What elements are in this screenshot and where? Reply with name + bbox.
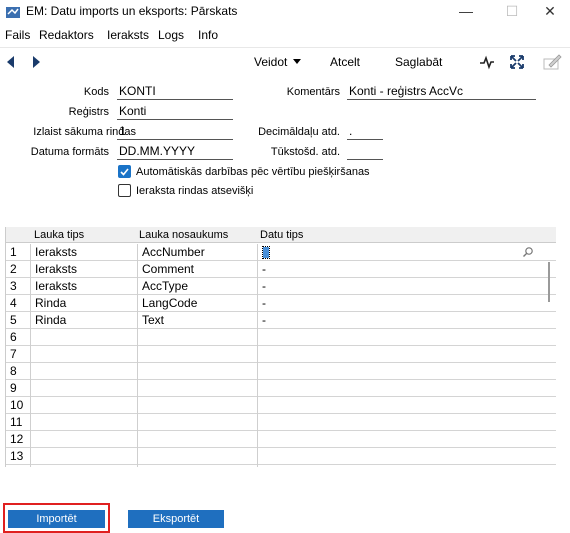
data-type-cell[interactable]: - [262, 296, 266, 310]
row-number: 6 [10, 330, 17, 344]
close-button[interactable]: ✕ [528, 0, 570, 24]
row-number: 9 [10, 381, 17, 395]
decimals-label: Decimāldaļu atd. [258, 126, 340, 138]
row-number: 5 [10, 313, 17, 327]
menu-info[interactable]: Info [198, 28, 218, 42]
komentars-field[interactable]: Konti - reģistrs AccVc [347, 84, 536, 100]
separate-rows-checkbox[interactable] [118, 184, 131, 197]
vertical-scrollbar[interactable] [542, 244, 556, 467]
field-name-cell[interactable]: AccType [142, 279, 188, 293]
table-row[interactable]: 5 Rinda Text - [6, 312, 556, 329]
app-icon [5, 4, 21, 20]
scrollbar-thumb[interactable] [548, 262, 550, 302]
column-divider [137, 244, 138, 467]
import-button[interactable]: Importēt [8, 510, 105, 528]
table-row[interactable]: 10 [6, 397, 556, 414]
grid-header: Lauka tips Lauka nosaukums Datu tips [6, 227, 556, 243]
field-name-cell[interactable]: LangCode [142, 296, 197, 310]
menu-redaktors[interactable]: Redaktors [39, 28, 94, 42]
table-row[interactable]: 11 [6, 414, 556, 431]
table-row[interactable]: 8 [6, 363, 556, 380]
forward-arrow-icon[interactable] [33, 56, 40, 68]
export-button[interactable]: Eksportēt [128, 510, 224, 528]
create-button-label: Veidot [254, 55, 288, 69]
registrs-field[interactable]: Konti [117, 104, 233, 120]
menu-ieraksts[interactable]: Ieraksts [107, 28, 149, 42]
auto-actions-checkbox[interactable] [118, 165, 131, 178]
column-header-data-type[interactable]: Datu tips [260, 229, 303, 241]
menu-logs[interactable]: Logs [158, 28, 184, 42]
row-number: 1 [10, 245, 17, 259]
minimize-button[interactable]: — [444, 0, 488, 24]
row-number: 3 [10, 279, 17, 293]
table-row[interactable]: 7 [6, 346, 556, 363]
table-row[interactable]: 4 Rinda LangCode - [6, 295, 556, 312]
column-divider [30, 244, 31, 467]
field-name-cell[interactable]: AccNumber [142, 245, 205, 259]
row-number: 11 [10, 415, 23, 429]
data-type-cell[interactable]: - [262, 313, 266, 327]
field-type-cell[interactable]: Rinda [35, 313, 66, 327]
data-type-cell[interactable]: - [262, 279, 266, 293]
table-row[interactable]: 1 Ieraksts AccNumber [6, 244, 556, 261]
expand-icon[interactable] [508, 53, 526, 71]
date-format-label: Datuma formāts [30, 146, 109, 158]
field-name-cell[interactable]: Comment [142, 262, 194, 276]
komentars-label: Komentārs [286, 86, 340, 98]
table-row[interactable]: 12 [6, 431, 556, 448]
data-type-cell[interactable]: - [262, 262, 266, 276]
back-arrow-icon[interactable] [7, 56, 14, 68]
save-button[interactable]: Saglabāt [395, 55, 442, 69]
table-row[interactable]: 2 Ieraksts Comment - [6, 261, 556, 278]
table-row[interactable]: 3 Ieraksts AccType - [6, 278, 556, 295]
window-title: EM: Datu imports un eksports: Pārskats [26, 4, 238, 18]
search-icon[interactable] [522, 246, 534, 261]
row-number: 12 [10, 432, 24, 446]
column-header-field-name[interactable]: Lauka nosaukums [139, 229, 228, 241]
field-type-cell[interactable]: Ieraksts [35, 262, 77, 276]
row-number: 10 [10, 398, 24, 412]
edit-pen-icon[interactable] [542, 53, 562, 71]
table-row[interactable]: 6 [6, 329, 556, 346]
fields-grid: Lauka tips Lauka nosaukums Datu tips 1 Ie… [5, 227, 556, 467]
table-row[interactable]: 9 [6, 380, 556, 397]
activity-icon[interactable] [478, 53, 496, 71]
table-row[interactable]: 13 [6, 448, 556, 465]
row-number: 7 [10, 347, 17, 361]
row-number: 13 [10, 449, 24, 463]
field-type-cell[interactable]: Ieraksts [35, 279, 77, 293]
separate-rows-label: Ieraksta rindas atsevišķi [136, 185, 254, 197]
start-row-field[interactable]: 1 [117, 124, 233, 140]
field-type-cell[interactable]: Ieraksts [35, 245, 77, 259]
title-bar: EM: Datu imports un eksports: Pārskats —… [0, 0, 570, 24]
column-header-field-type[interactable]: Lauka tips [34, 229, 84, 241]
menu-fails[interactable]: Fails [5, 28, 30, 42]
registrs-label: Reģistrs [68, 106, 109, 118]
menu-bar: Fails Redaktors Ieraksts Logs Info [0, 26, 570, 44]
chevron-down-icon [293, 59, 302, 64]
thousands-label: Tūkstošd. atd. [270, 146, 340, 158]
create-button[interactable]: Veidot [254, 55, 302, 69]
thousands-field[interactable] [347, 144, 383, 160]
text-cursor [262, 246, 270, 259]
field-name-cell[interactable]: Text [142, 313, 164, 327]
checkmark-icon [120, 168, 129, 176]
field-type-cell[interactable]: Rinda [35, 296, 66, 310]
cancel-button[interactable]: Atcelt [330, 55, 360, 69]
row-number: 2 [10, 262, 17, 276]
kods-field[interactable]: KONTI [117, 84, 233, 100]
kods-label: Kods [83, 86, 109, 98]
auto-actions-label: Automātiskās darbības pēc vērtību piešķi… [136, 166, 370, 178]
row-number: 4 [10, 296, 17, 310]
toolbar: Veidot Atcelt Saglabāt [0, 47, 570, 75]
decimals-field[interactable]: . [347, 124, 383, 140]
row-number: 8 [10, 364, 17, 378]
column-divider [257, 244, 258, 467]
date-format-field[interactable]: DD.MM.YYYY [117, 144, 233, 160]
